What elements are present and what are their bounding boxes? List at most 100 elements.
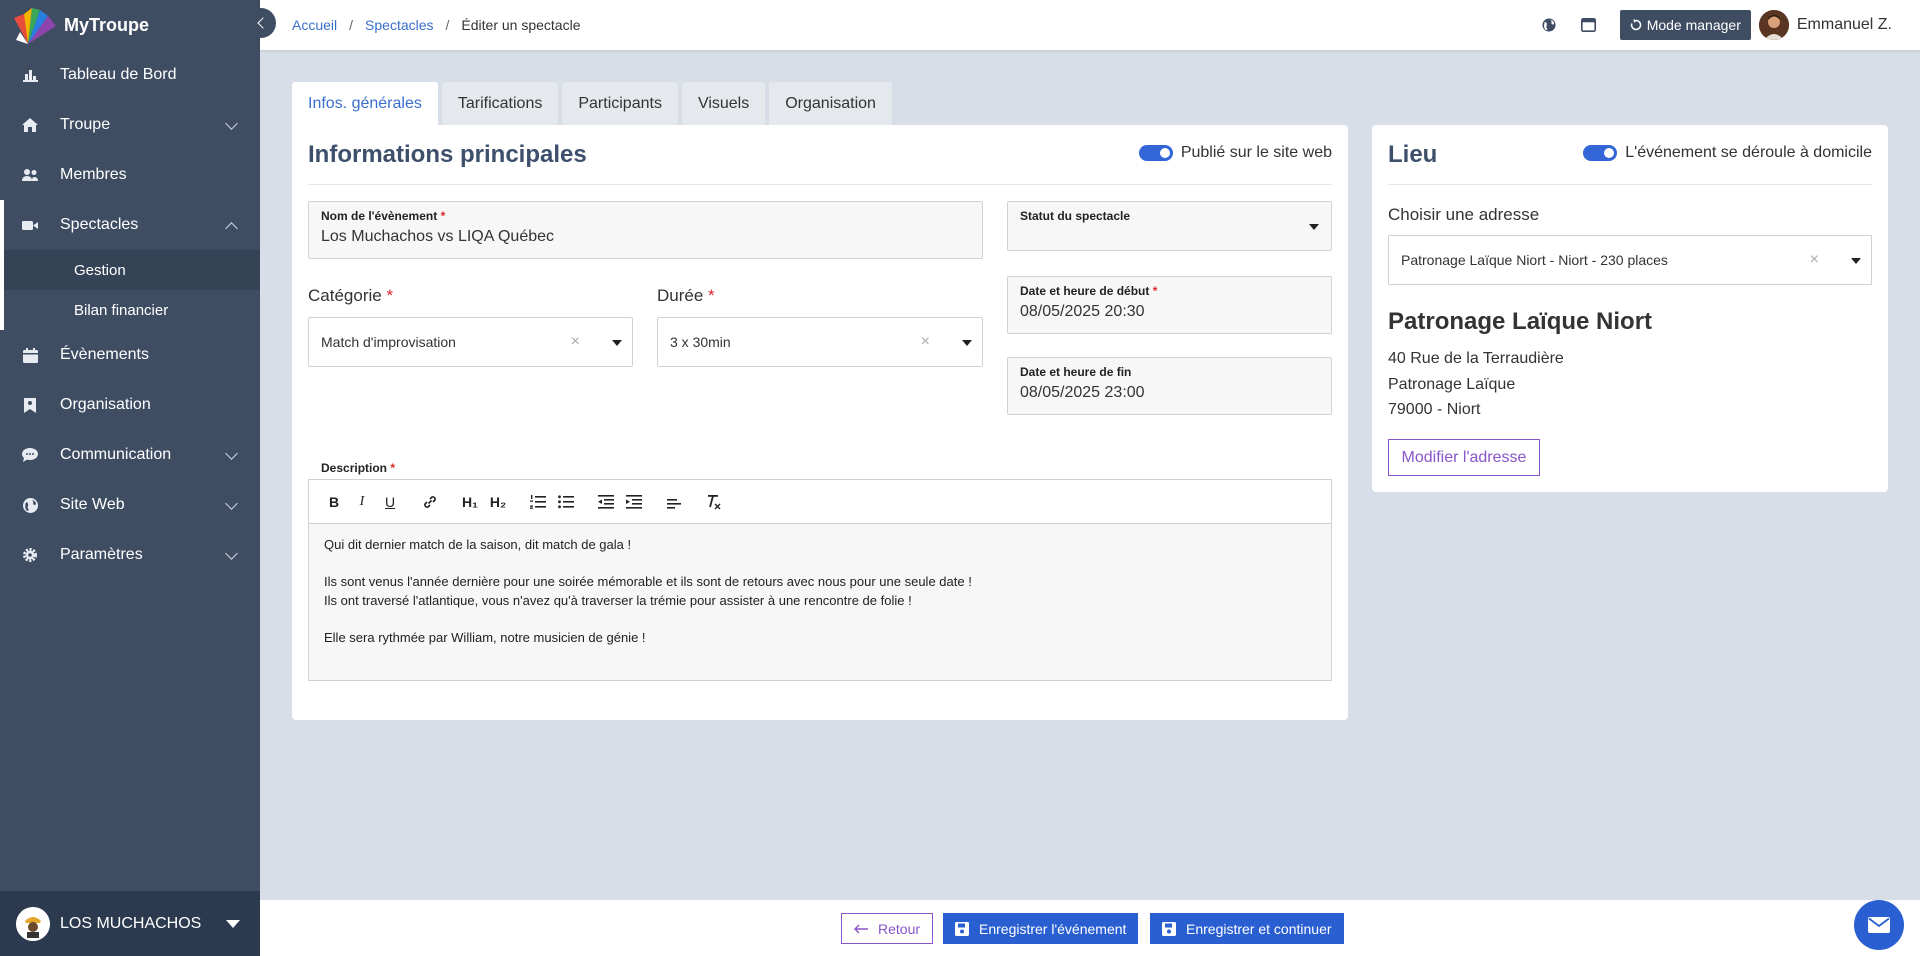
troupe-switcher[interactable]: LOS MUCHACHOS (0, 891, 260, 956)
save-event-label: Enregistrer l'événement (979, 920, 1127, 937)
sidebar-item-label: Troupe (60, 116, 111, 133)
lieu-card: Lieu L'événement se déroule à domicile C… (1372, 125, 1888, 492)
sidebar-item-label: Paramètres (60, 546, 143, 563)
bookmark-icon (22, 397, 38, 413)
window-icon[interactable] (1580, 16, 1598, 34)
save-event-button[interactable]: Enregistrer l'événement (943, 913, 1139, 944)
sidebar-item-spectacles[interactable]: Spectacles (0, 200, 260, 250)
chevron-left-icon (257, 17, 269, 29)
address-select-value: Patronage Laïque Niort - Niort - 230 pla… (1401, 252, 1668, 268)
category-select[interactable]: Match d'improvisation × (308, 317, 633, 367)
sidebar-item-membres[interactable]: Membres (0, 150, 260, 200)
brand-name: MyTroupe (64, 14, 150, 35)
published-toggle-row: Publié sur le site web (1138, 144, 1332, 162)
chat-button[interactable] (1854, 900, 1904, 950)
heading-1-icon[interactable]: H₁ (459, 491, 481, 513)
event-name-field[interactable]: Nom de l'évènement * Los Muchachos vs LI… (308, 201, 983, 259)
description-content[interactable]: Qui dit dernier match de la saison, dit … (309, 524, 1331, 680)
end-datetime-field[interactable]: Date et heure de fin 08/05/2025 23:00 (1007, 357, 1332, 415)
home-toggle[interactable] (1583, 145, 1618, 161)
duration-label: Durée * (657, 286, 715, 305)
start-datetime-value: 08/05/2025 20:30 (1020, 303, 1145, 320)
category-label: Catégorie * (308, 286, 394, 305)
video-camera-icon (22, 217, 38, 233)
brand[interactable]: MyTroupe (0, 0, 260, 50)
clear-icon[interactable]: × (921, 333, 930, 351)
home-toggle-row: L'événement se déroule à domicile (1583, 144, 1872, 162)
sidebar-subitem-bilan-financier[interactable]: Bilan financier (4, 290, 260, 330)
breadcrumb-home-link[interactable]: Accueil (292, 17, 337, 33)
start-datetime-field[interactable]: Date et heure de début * 08/05/2025 20:3… (1007, 276, 1332, 334)
sidebar-item-organisation[interactable]: Organisation (0, 380, 260, 430)
chevron-down-icon (225, 547, 238, 560)
tab-visuels[interactable]: Visuels (681, 82, 766, 125)
sidebar-collapse-button[interactable] (246, 8, 276, 38)
sidebar-item-label: Site Web (60, 496, 125, 513)
italic-icon[interactable]: I (351, 491, 373, 513)
description-line: Ils ont traversé l'atlantique, vous n'av… (324, 592, 912, 608)
troupe-avatar (16, 906, 50, 941)
sidebar-item-site-web[interactable]: Site Web (0, 480, 260, 530)
main-info-card: Informations principales Publié sur le s… (292, 125, 1348, 720)
sidebar-item-communication[interactable]: Communication (0, 430, 260, 480)
chevron-down-icon (225, 497, 238, 510)
mode-manager-button[interactable]: Mode manager (1619, 10, 1751, 40)
indent-icon[interactable] (623, 491, 645, 513)
arrow-left-icon (854, 924, 868, 934)
home-toggle-label: L'événement se déroule à domicile (1625, 144, 1872, 161)
align-left-icon[interactable] (663, 491, 685, 513)
users-icon (22, 167, 38, 183)
address-select[interactable]: Patronage Laïque Niort - Niort - 230 pla… (1388, 235, 1872, 285)
clear-icon[interactable]: × (1810, 251, 1819, 269)
tab-infos-generales[interactable]: Infos. générales (292, 82, 438, 125)
sidebar-item-troupe[interactable]: Troupe (0, 100, 260, 150)
status-label: Statut du spectacle (1020, 209, 1131, 223)
caret-down-icon (1309, 224, 1319, 230)
breadcrumb-current: Éditer un spectacle (461, 17, 581, 33)
clear-format-icon[interactable] (703, 491, 725, 513)
published-label: Publié sur le site web (1180, 144, 1332, 161)
published-toggle[interactable] (1138, 145, 1173, 161)
mode-manager-label: Mode manager (1646, 17, 1741, 33)
caret-down-icon (612, 340, 622, 346)
ordered-list-icon[interactable] (527, 491, 549, 513)
sidebar-item-tableau-de-bord[interactable]: Tableau de Bord (0, 50, 260, 100)
start-datetime-label: Date et heure de début * (1020, 284, 1158, 298)
sidebar-subitem-gestion[interactable]: Gestion (4, 250, 260, 290)
globe-icon[interactable] (1540, 16, 1558, 34)
description-editor: B I U H₁ H₂ Qui dit dernier match de la … (308, 479, 1332, 681)
outdent-icon[interactable] (595, 491, 617, 513)
user-avatar[interactable] (1758, 10, 1789, 40)
end-datetime-value: 08/05/2025 23:00 (1020, 384, 1145, 401)
spectacles-submenu: Gestion Bilan financier (0, 250, 260, 330)
address-line: Patronage Laïque (1388, 375, 1516, 393)
underline-icon[interactable]: U (379, 491, 401, 513)
back-label: Retour (878, 920, 921, 937)
link-icon[interactable] (419, 491, 441, 513)
duration-select[interactable]: 3 x 30min × (657, 317, 983, 367)
back-button[interactable]: Retour (841, 913, 934, 944)
save-continue-label: Enregistrer et continuer (1186, 920, 1332, 937)
tab-participants[interactable]: Participants (562, 82, 678, 125)
chat-icon (22, 447, 38, 463)
tab-organisation[interactable]: Organisation (769, 82, 892, 125)
refresh-icon (1630, 19, 1642, 31)
choose-address-label: Choisir une adresse (1388, 205, 1540, 224)
description-line: Ils sont venus l'année dernière pour une… (324, 574, 972, 589)
tab-tarifications[interactable]: Tarifications (441, 82, 559, 125)
bold-icon[interactable]: B (323, 491, 345, 513)
heading-2-icon[interactable]: H₂ (487, 491, 509, 513)
clear-icon[interactable]: × (571, 333, 580, 351)
save-continue-button[interactable]: Enregistrer et continuer (1150, 913, 1344, 944)
address-line: 40 Rue de la Terraudière (1388, 350, 1564, 367)
edit-address-button[interactable]: Modifier l'adresse (1388, 439, 1540, 476)
user-name[interactable]: Emmanuel Z. (1797, 16, 1892, 34)
bullet-list-icon[interactable] (555, 491, 577, 513)
venue-name: Patronage Laïque Niort (1388, 308, 1653, 335)
status-select[interactable]: Statut du spectacle (1007, 201, 1332, 251)
breadcrumb-spectacles-link[interactable]: Spectacles (365, 17, 433, 33)
sidebar-item-label: Organisation (60, 396, 151, 413)
caret-down-icon (226, 919, 240, 928)
sidebar-item-evenements[interactable]: Évènements (0, 330, 260, 380)
sidebar-item-parametres[interactable]: Paramètres (0, 530, 260, 580)
